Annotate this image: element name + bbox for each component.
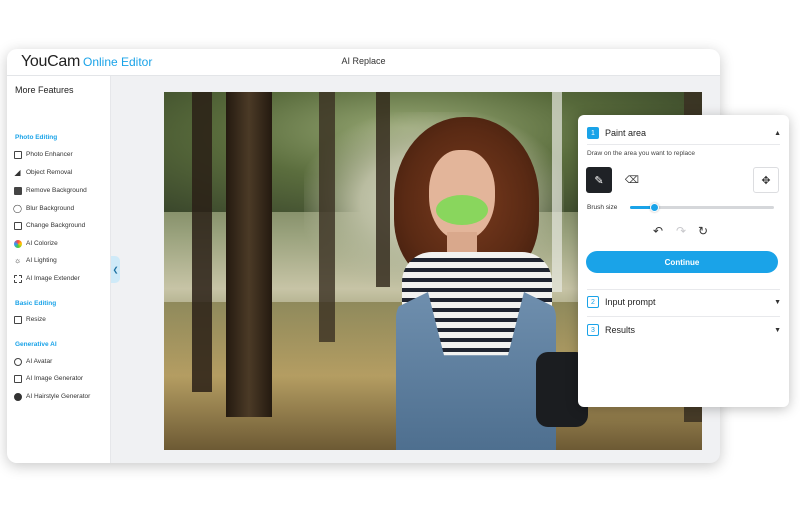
brush-size-label: Brush size — [587, 204, 618, 211]
sidebar-item-label: Photo Enhancer — [26, 151, 73, 158]
image-generator-icon — [13, 374, 22, 383]
brush-icon: ✎ — [594, 174, 604, 187]
chevron-left-icon: ❮ — [112, 266, 119, 274]
chevron-down-icon: ▼ — [774, 298, 781, 306]
page-title: AI Replace — [341, 56, 386, 66]
change-background-icon — [13, 221, 22, 230]
sidebar-item-label: Blur Background — [26, 205, 75, 212]
move-tool-button[interactable]: ✥ — [753, 167, 779, 193]
sidebar-item-ai-lighting[interactable]: ☼ AI Lighting — [13, 254, 57, 267]
redo-icon[interactable]: ↷ — [676, 224, 686, 238]
step-label: Paint area — [605, 128, 647, 138]
section-generative-ai: Generative AI — [15, 341, 57, 348]
hairstyle-icon — [13, 392, 22, 401]
step-label: Results — [605, 325, 636, 335]
sidebar-item-ai-colorize[interactable]: AI Colorize — [13, 237, 58, 250]
color-wheel-icon — [13, 239, 22, 248]
step-number: 1 — [587, 127, 599, 139]
blur-drop-icon: ◯ — [13, 204, 22, 213]
step-input-prompt-header[interactable]: 2 Input prompt ▼ — [587, 294, 781, 310]
sidebar-item-label: AI Hairstyle Generator — [26, 393, 91, 400]
paint-hint: Draw on the area you want to replace — [587, 150, 696, 157]
step-label: Input prompt — [605, 297, 656, 307]
brush-tool-button[interactable]: ✎ — [586, 167, 612, 193]
sidebar-item-change-background[interactable]: Change Background — [13, 219, 85, 232]
eraser-icon: ◢ — [14, 168, 21, 177]
expand-icon — [13, 274, 22, 283]
sidebar-item-label: Object Removal — [26, 169, 73, 176]
sidebar-item-label: AI Image Extender — [26, 275, 80, 282]
step-results-header[interactable]: 3 Results ▼ — [587, 322, 781, 338]
sidebar-item-ai-avatar[interactable]: AI Avatar — [13, 355, 52, 368]
remove-background-icon — [13, 186, 22, 195]
slider-handle[interactable] — [650, 203, 660, 212]
undo-icon[interactable]: ↶ — [653, 224, 663, 238]
sidebar-collapse-toggle[interactable]: ❮ — [111, 256, 120, 283]
step-number: 2 — [587, 296, 599, 308]
sidebar-item-ai-image-extender[interactable]: AI Image Extender — [13, 272, 80, 285]
step-paint-area-header[interactable]: 1 Paint area ▲ — [587, 125, 781, 141]
divider — [587, 144, 780, 145]
sidebar-item-label: AI Lighting — [26, 257, 57, 264]
section-photo-editing: Photo Editing — [15, 134, 58, 141]
sidebar-item-ai-hairstyle-generator[interactable]: AI Hairstyle Generator — [13, 390, 90, 403]
chevron-down-icon: ▼ — [774, 326, 781, 334]
sidebar-item-label: Remove Background — [26, 187, 87, 194]
top-bar: YouCam Online Editor AI Replace — [7, 49, 720, 76]
brush-size-slider[interactable] — [630, 203, 774, 212]
resize-icon — [13, 315, 22, 324]
move-icon: ✥ — [761, 174, 771, 187]
sidebar-item-remove-background[interactable]: Remove Background — [13, 184, 87, 197]
eraser-tool-button[interactable]: ⌫ — [619, 167, 645, 193]
ai-replace-panel: 1 Paint area ▲ Draw on the area you want… — [578, 115, 789, 407]
lightbulb-icon: ☼ — [13, 256, 22, 265]
divider — [587, 289, 780, 290]
step-number: 3 — [587, 324, 599, 336]
section-basic-editing: Basic Editing — [15, 300, 57, 307]
sidebar-title: More Features — [15, 85, 74, 95]
sidebar-item-label: Resize — [26, 316, 46, 323]
sidebar-item-object-removal[interactable]: ◢ Object Removal — [13, 166, 72, 179]
sidebar-item-label: AI Image Generator — [26, 375, 84, 382]
sidebar-item-blur-background[interactable]: ◯ Blur Background — [13, 202, 74, 215]
sidebar-item-ai-image-generator[interactable]: AI Image Generator — [13, 372, 83, 385]
reset-icon[interactable]: ↻ — [698, 224, 708, 238]
sidebar-item-photo-enhancer[interactable]: Photo Enhancer — [13, 148, 73, 161]
sidebar-item-resize[interactable]: Resize — [13, 313, 46, 326]
eraser-icon: ⌫ — [624, 174, 640, 186]
sidebar-item-label: AI Avatar — [26, 358, 53, 365]
sidebar: More Features Photo Editing Photo Enhanc… — [7, 76, 111, 463]
avatar-icon — [13, 357, 22, 366]
sidebar-item-label: Change Background — [26, 222, 86, 229]
photo-enhancer-icon — [13, 150, 22, 159]
continue-button[interactable]: Continue — [586, 251, 778, 273]
sidebar-item-label: AI Colorize — [26, 240, 58, 247]
chevron-up-icon: ▲ — [774, 129, 781, 137]
divider — [587, 316, 780, 317]
